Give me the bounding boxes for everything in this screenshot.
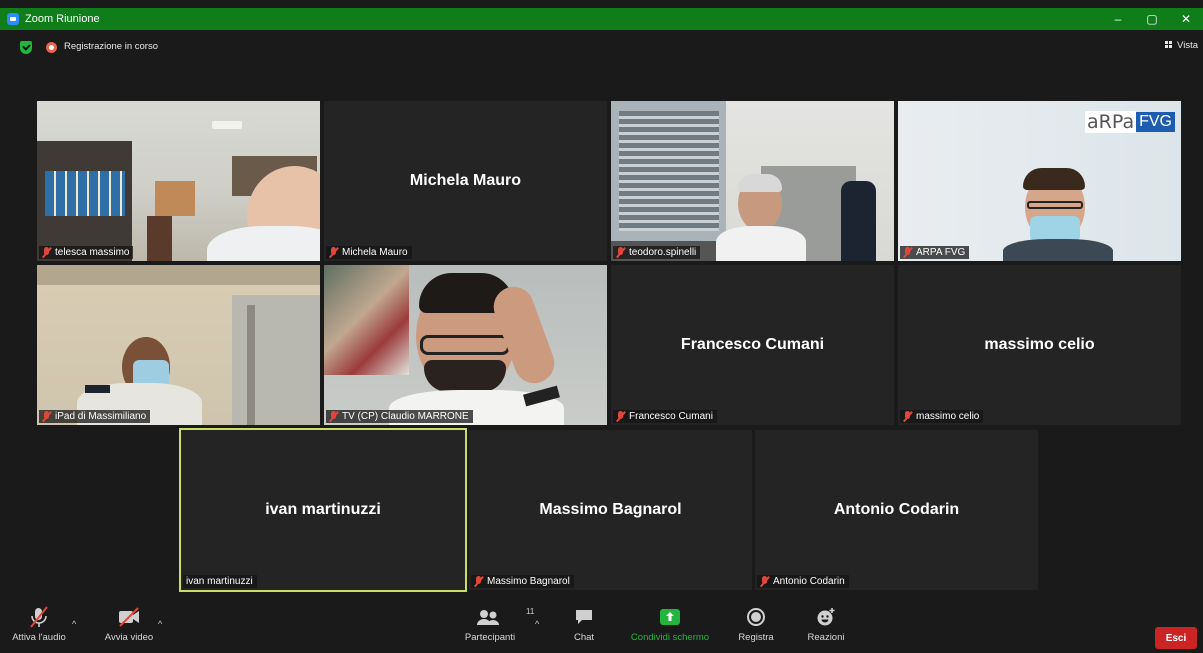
participant-tile-ivan-martinuzzi[interactable]: ivan martinuzzi ivan martinuzzi [179,428,467,592]
meeting-toolbar: Attiva l'audio ^ Avvia video ^ 11 Partec… [0,605,1203,653]
participant-name-tag: Michela Mauro [326,246,412,259]
title-bar: Zoom Riunione – ▢ ✕ [0,8,1203,30]
participant-display-name: Massimo Bagnarol [539,501,682,518]
participant-tile-ipad-di-massimiliano[interactable]: iPad di Massimiliano [37,265,320,425]
participant-name-tag: Antonio Codarin [757,575,849,588]
window-controls: – ▢ ✕ [1101,8,1203,30]
participant-display-name: massimo celio [984,336,1095,353]
chat-icon [573,605,595,629]
participant-video [611,101,894,261]
view-label: Vista [1177,40,1198,51]
participant-display-name: ivan martinuzzi [265,501,381,518]
mic-muted-icon [42,247,51,258]
video-off-icon [116,605,142,629]
share-screen-icon [658,605,682,629]
audio-options-caret-icon[interactable]: ^ [72,619,76,629]
participant-name-tag: Massimo Bagnarol [471,575,574,588]
participant-tile-massimo-celio[interactable]: massimo celio massimo celio [898,265,1181,425]
participant-display-name: Francesco Cumani [680,336,825,353]
participant-video [37,265,320,425]
participant-name-tag: teodoro.spinelli [613,246,701,259]
participant-name-tag: telesca massimo [39,246,134,259]
leave-meeting-button[interactable]: Esci [1155,627,1197,649]
start-video-button[interactable]: Avvia video [98,605,160,643]
participant-tile-massimo-bagnarol[interactable]: Massimo Bagnarol Massimo Bagnarol [469,430,752,590]
mic-muted-icon [903,411,912,422]
record-icon [745,605,767,629]
participant-tile-francesco-cumani[interactable]: Francesco Cumani Francesco Cumani [611,265,894,425]
participants-count: 11 [526,607,535,616]
window-title: Zoom Riunione [25,13,100,25]
participant-tile-claudio-marrone[interactable]: TV (CP) Claudio MARRONE [324,265,607,425]
unmute-label: Attiva l'audio [12,632,66,643]
mic-muted-icon [616,247,625,258]
mic-muted-icon [329,411,338,422]
view-button[interactable]: Vista [1165,40,1198,51]
participant-name-tag: ARPA FVG [900,246,970,259]
zoom-window: Zoom Riunione – ▢ ✕ Registrazione in cor… [0,0,1203,653]
participant-display-name: Michela Mauro [409,172,522,189]
participant-name-tag: ivan martinuzzi [183,575,257,588]
mic-muted-icon [760,576,769,587]
grid-view-icon [1165,41,1175,50]
participant-tile-arpa-fvg[interactable]: aRPa FVG ARPA FVG [898,101,1181,261]
mic-muted-icon [474,576,483,587]
chat-button[interactable]: Chat [564,605,604,643]
participant-name-tag: TV (CP) Claudio MARRONE [326,410,473,423]
arpa-fvg-logo: aRPa FVG [1085,109,1175,135]
participants-button[interactable]: 11 Partecipanti [455,605,534,643]
meeting-status-bar: Registrazione in corso Vista [0,38,1203,58]
mic-muted-icon [28,605,50,629]
reactions-emoji-icon [815,605,837,629]
mic-muted-icon [903,247,912,258]
chat-label: Chat [573,632,595,643]
security-shield-icon[interactable] [20,41,32,54]
logo-text-fvg: FVG [1136,112,1175,132]
participant-tile-michela-mauro[interactable]: Michela Mauro Michela Mauro [324,101,607,261]
share-screen-button[interactable]: Condividi schermo [620,605,720,643]
start-video-label: Avvia video [104,632,154,643]
participants-icon: 11 [475,605,534,629]
participant-name-tag: Francesco Cumani [613,410,717,423]
recording-label: Registrazione in corso [64,41,158,52]
participants-label: Partecipanti [464,632,516,643]
participant-video [37,101,320,261]
participant-name-tag: massimo celio [900,410,984,423]
recording-icon[interactable] [46,42,57,53]
participant-video [324,265,607,425]
record-label: Registra [738,632,774,643]
reactions-label: Reazioni [807,632,845,643]
participant-display-name: Antonio Codarin [833,501,960,518]
share-screen-label: Condividi schermo [630,632,710,643]
logo-text-arpa: aRPa [1085,111,1137,133]
video-options-caret-icon[interactable]: ^ [158,619,162,629]
record-button[interactable]: Registra [734,605,778,643]
reactions-button[interactable]: Reazioni [802,605,850,643]
mic-muted-icon [616,411,625,422]
participant-name-tag: iPad di Massimiliano [39,410,151,423]
participant-tile-antonio-codarin[interactable]: Antonio Codarin Antonio Codarin [755,430,1038,590]
participant-tile-telesca-massimo[interactable]: telesca massimo [37,101,320,261]
mic-muted-icon [42,411,51,422]
zoom-app-icon [7,13,19,25]
close-button[interactable]: ✕ [1169,8,1203,30]
unmute-button[interactable]: Attiva l'audio [4,605,74,643]
mic-muted-icon [329,247,338,258]
restore-button[interactable]: ▢ [1135,8,1169,30]
participant-tile-teodoro-spinelli[interactable]: teodoro.spinelli [611,101,894,261]
minimize-button[interactable]: – [1101,8,1135,30]
participants-options-caret-icon[interactable]: ^ [535,619,539,629]
